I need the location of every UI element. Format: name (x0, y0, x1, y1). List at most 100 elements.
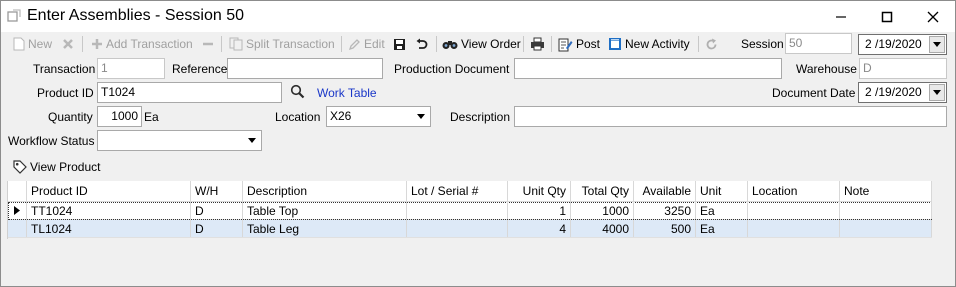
dropdown-arrow-icon (933, 42, 941, 47)
location-label: Location (275, 110, 321, 124)
document-date-label: Document Date (772, 86, 856, 100)
maximize-button[interactable] (864, 1, 910, 32)
header-location[interactable]: Location (748, 181, 840, 201)
session-date-dropdown[interactable] (929, 36, 945, 53)
minimize-button[interactable] (818, 1, 864, 32)
header-wh[interactable]: W/H (191, 181, 243, 201)
toolbar-separator (551, 36, 552, 52)
product-id-input[interactable]: T1024 (97, 82, 282, 103)
production-document-input[interactable] (514, 58, 782, 79)
header-note[interactable]: Note (840, 181, 932, 201)
post-button[interactable]: Post (558, 35, 600, 53)
app-icon (7, 9, 21, 22)
delete-icon (63, 39, 73, 49)
view-product-button[interactable]: View Product (13, 158, 100, 176)
session-date-picker[interactable]: 2 /19/2020 (858, 34, 947, 55)
refresh-icon (706, 38, 717, 49)
cell-unit[interactable]: Ea (696, 220, 748, 237)
post-label: Post (576, 37, 601, 51)
view-order-button[interactable]: View Order (442, 35, 521, 53)
new-activity-icon (609, 38, 621, 50)
row-indicator (8, 220, 27, 237)
table-row[interactable]: TL1024 D Table Leg 4 4000 500 Ea (8, 220, 932, 238)
document-date-dropdown[interactable] (929, 84, 945, 101)
toolbar-separator (221, 36, 222, 52)
window-title: Enter Assemblies - Session 50 (27, 7, 244, 24)
edit-icon (348, 38, 360, 50)
cell-total-qty[interactable]: 4000 (571, 220, 634, 237)
workflow-status-dropdown[interactable] (244, 132, 260, 149)
description-label: Description (450, 110, 511, 124)
workflow-status-select[interactable] (97, 130, 262, 151)
new-label: New (28, 37, 53, 51)
new-activity-label: New Activity (625, 37, 690, 51)
cell-wh[interactable]: D (191, 220, 243, 237)
delete-button[interactable] (62, 35, 74, 53)
workflow-status-label: Workflow Status (8, 134, 95, 148)
product-id-label: Product ID (37, 86, 94, 100)
cell-available[interactable]: 3250 (634, 202, 696, 219)
production-document-label: Production Document (394, 62, 510, 76)
close-icon (927, 11, 939, 22)
cell-product-id[interactable]: TT1024 (27, 202, 191, 219)
document-date-picker[interactable]: 2 /19/2020 (858, 82, 947, 103)
cell-total-qty[interactable]: 1000 (571, 202, 634, 219)
dropdown-arrow-icon (933, 90, 941, 95)
cell-unit-qty[interactable]: 1 (508, 202, 571, 219)
cell-product-id[interactable]: TL1024 (27, 220, 191, 237)
work-table-link[interactable]: Work Table (317, 86, 377, 100)
search-icon[interactable] (290, 84, 305, 99)
session-date-value: 2 /19/2020 (865, 37, 922, 51)
cell-note[interactable] (840, 220, 932, 237)
cell-description[interactable]: Table Top (243, 202, 407, 219)
cell-note[interactable] (840, 202, 932, 219)
save-icon (394, 38, 405, 50)
cell-available[interactable]: 500 (634, 220, 696, 237)
print-button[interactable] (530, 35, 545, 53)
header-description[interactable]: Description (243, 181, 407, 201)
transaction-field: 1 (97, 58, 165, 79)
split-transaction-label: Split Transaction (246, 37, 335, 51)
add-transaction-button[interactable]: Add Transaction (91, 35, 193, 53)
refresh-button[interactable] (705, 35, 718, 53)
header-lot-serial[interactable]: Lot / Serial # (407, 181, 508, 201)
toolbar-separator (341, 36, 342, 52)
close-button[interactable] (910, 1, 956, 32)
cell-unit[interactable]: Ea (696, 202, 748, 219)
split-transaction-button[interactable]: Split Transaction (229, 35, 335, 53)
undo-icon (416, 38, 428, 49)
row-pointer-icon (8, 202, 27, 219)
remove-button[interactable] (202, 35, 214, 53)
table-row[interactable]: TT1024 D Table Top 1 1000 3250 Ea (8, 202, 932, 220)
new-activity-button[interactable]: New Activity (608, 35, 690, 53)
quantity-input[interactable]: 1000 (97, 106, 142, 127)
header-unit-qty[interactable]: Unit Qty (508, 181, 571, 201)
header-product-id[interactable]: Product ID (27, 181, 191, 201)
transaction-label: Transaction (33, 62, 96, 76)
cell-lot-serial[interactable] (407, 202, 508, 219)
new-button[interactable]: New (13, 35, 52, 53)
cell-unit-qty[interactable]: 4 (508, 220, 571, 237)
assembly-grid: Product ID W/H Description Lot / Serial … (7, 181, 932, 239)
cell-wh[interactable]: D (191, 202, 243, 219)
toolbar-separator (436, 36, 437, 52)
header-total-qty[interactable]: Total Qty (571, 181, 634, 201)
header-indicator (8, 181, 27, 201)
cell-lot-serial[interactable] (407, 220, 508, 237)
cell-location[interactable] (748, 220, 840, 237)
save-button[interactable] (393, 35, 406, 53)
maximize-icon (881, 11, 893, 22)
edit-button[interactable]: Edit (348, 35, 385, 53)
header-available[interactable]: Available (634, 181, 696, 201)
post-icon (558, 38, 573, 51)
remove-icon (203, 42, 213, 46)
undo-button[interactable] (415, 35, 428, 53)
location-select[interactable]: X26 (326, 106, 431, 127)
cell-description[interactable]: Table Leg (243, 220, 407, 237)
title-bar: Enter Assemblies - Session 50 (1, 1, 955, 32)
reference-input[interactable] (227, 58, 383, 79)
description-input[interactable] (514, 106, 947, 127)
cell-location[interactable] (748, 202, 840, 219)
header-unit[interactable]: Unit (696, 181, 748, 201)
location-dropdown[interactable] (413, 108, 429, 125)
